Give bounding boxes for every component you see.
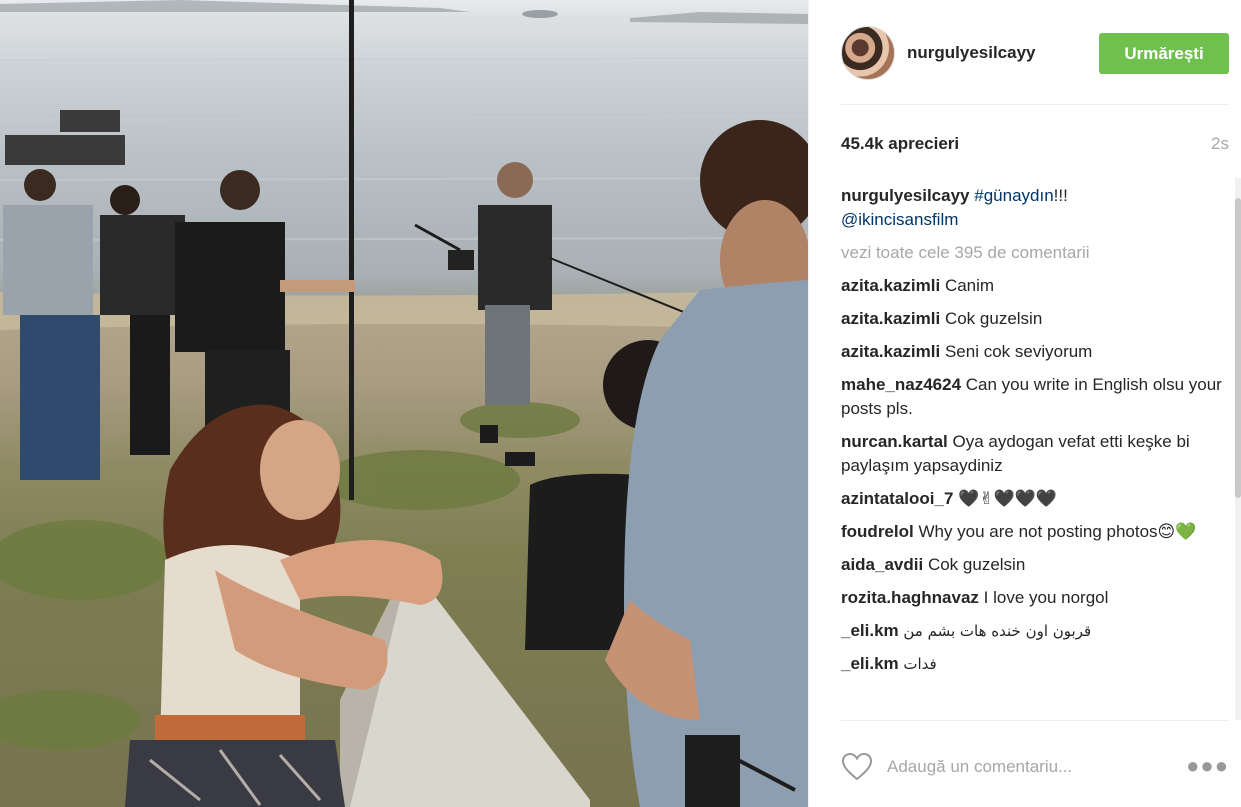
comment-input[interactable]: [887, 752, 1177, 782]
comment-text: 🖤✌🖤🖤🖤: [958, 489, 1058, 508]
comment-text: قربون اون خنده هات بشم من: [903, 622, 1092, 640]
hashtag-link[interactable]: #günaydın: [974, 186, 1053, 205]
comment-text: Cok guzelsin: [944, 309, 1043, 328]
post-time: 2s: [1211, 134, 1229, 153]
comment-text: Seni cok seviyorum: [944, 342, 1093, 361]
view-all-comments-link[interactable]: vezi toate cele 395 de comentarii: [841, 241, 1229, 265]
comment-item: rozita.haghnavaz I love you norgol: [841, 586, 1229, 610]
comment-item: azita.kazimli Cok guzelsin: [841, 307, 1229, 331]
comment-item: aida_avdii Cok guzelsin: [841, 553, 1229, 577]
caption-author[interactable]: nurgulyesilcayy: [841, 186, 970, 205]
comment-author[interactable]: azita.kazimli: [841, 276, 940, 295]
comment-text: Cok guzelsin: [927, 555, 1026, 574]
comment-author[interactable]: foudrelol: [841, 522, 914, 541]
comment-text: I love you norgol: [983, 588, 1109, 607]
comment-item: nurcan.kartal Oya aydogan vefat etti keş…: [841, 430, 1229, 478]
post-header: nurgulyesilcayy Urmărești: [841, 26, 1229, 80]
more-options-icon[interactable]: ●●●: [1186, 755, 1229, 777]
comment-item: _eli.km قربون اون خنده هات بشم من: [841, 619, 1229, 643]
heart-icon[interactable]: [841, 752, 873, 782]
post-photo[interactable]: [0, 0, 808, 807]
header-divider: [841, 104, 1229, 105]
comment-text: فدات: [903, 655, 937, 673]
comment-author[interactable]: mahe_naz4624: [841, 375, 961, 394]
comment-author[interactable]: azita.kazimli: [841, 342, 940, 361]
comment-item: azita.kazimli Seni cok seviyorum: [841, 340, 1229, 364]
comment-author[interactable]: aida_avdii: [841, 555, 923, 574]
mention-link[interactable]: @ikincisansfilm: [841, 210, 958, 229]
scrollbar-thumb[interactable]: [1235, 198, 1241, 498]
username[interactable]: nurgulyesilcayy: [907, 43, 1036, 63]
follow-button[interactable]: Urmărești: [1099, 33, 1229, 74]
comment-item: azita.kazimli Canim: [841, 274, 1229, 298]
comment-text: Canim: [944, 276, 995, 295]
post-details-panel: nurgulyesilcayy Urmărești 45.4k aprecier…: [808, 0, 1241, 807]
photo-illustration: [0, 0, 808, 807]
comments-list: nurgulyesilcayy #günaydın!!! @ikincisans…: [841, 184, 1229, 714]
comment-item: foudrelol Why you are not posting photos…: [841, 520, 1229, 544]
avatar[interactable]: [841, 26, 895, 80]
comment-author[interactable]: nurcan.kartal: [841, 432, 948, 451]
likes-count[interactable]: 45.4k aprecieri: [841, 134, 959, 154]
comment-author[interactable]: _eli.km: [841, 654, 899, 673]
comment-author[interactable]: _eli.km: [841, 621, 899, 640]
comment-author[interactable]: rozita.haghnavaz: [841, 588, 979, 607]
footer-divider: [841, 720, 1229, 721]
caption: nurgulyesilcayy #günaydın!!! @ikincisans…: [841, 184, 1229, 232]
comment-item: _eli.km فدات: [841, 652, 1229, 676]
caption-text: !!!: [1053, 186, 1068, 205]
comment-text: Why you are not posting photos😊💚: [918, 522, 1197, 541]
comment-author[interactable]: azintatalooi_7: [841, 489, 953, 508]
comments-scrollbar[interactable]: [1235, 178, 1241, 720]
comment-item: azintatalooi_7 🖤✌🖤🖤🖤: [841, 487, 1229, 511]
comment-bar: ●●●: [841, 748, 1229, 786]
comment-item: mahe_naz4624 Can you write in English ol…: [841, 373, 1229, 421]
comment-author[interactable]: azita.kazimli: [841, 309, 940, 328]
